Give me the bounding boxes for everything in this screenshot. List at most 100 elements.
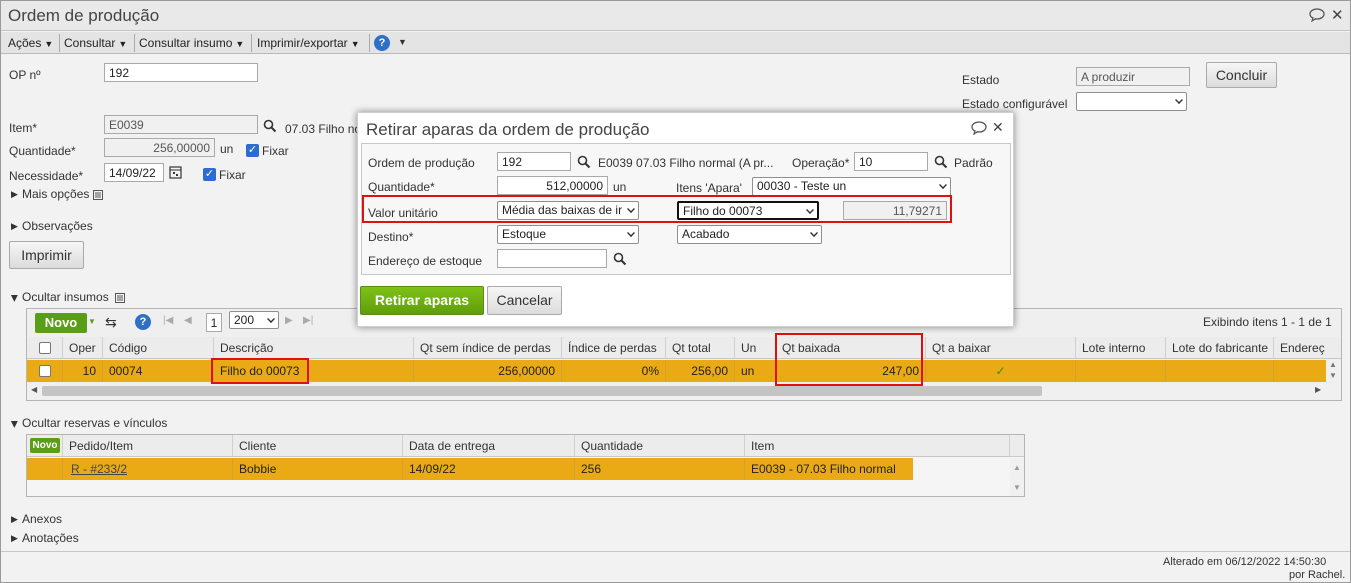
page-size-select[interactable]: 200 [229,311,279,329]
search-icon[interactable] [263,119,277,133]
footer-divider [1,551,1350,552]
dialog-close-icon[interactable]: ✕ [992,119,1004,136]
refresh-icon[interactable]: ⇆ [105,314,117,331]
comment-icon[interactable] [1309,8,1325,22]
window-titlebar: Ordem de produção ✕ [1,1,1350,31]
menu-acoes[interactable]: Ações ▼ [8,36,53,50]
fixar-qty-checkbox[interactable]: ✓ [246,144,259,157]
menu-imprimir-label: Imprimir/exportar [257,36,348,50]
expand-icon[interactable]: ▶ [11,189,18,200]
help-icon[interactable]: ? [135,314,151,330]
estado-label: Estado [962,73,1000,87]
reservas-section-toggle[interactable]: Ocultar reservas e vínculos [22,416,167,430]
qty-field[interactable]: 256,00000 [104,138,215,157]
imprimir-button[interactable]: Imprimir [9,241,84,269]
quantidade-field[interactable]: 512,00000 [497,176,608,195]
need-date-field[interactable]: 14/09/22 [104,163,164,182]
menu-separator [59,34,60,52]
menu-consultar[interactable]: Consultar ▼ [64,36,127,50]
expand-icon[interactable]: ▶ [11,221,18,232]
col-qt-sem-indice[interactable]: Qt sem índice de perdas [414,337,562,358]
scrollbar-thumb[interactable] [42,386,1042,396]
menu-acoes-label: Ações [8,36,42,50]
prev-page-icon[interactable]: ◀ [184,315,192,326]
select-all-checkbox[interactable] [39,342,51,354]
retirar-aparas-button[interactable]: Retirar aparas [360,286,484,315]
row-checkbox[interactable] [39,365,51,377]
endereco-field[interactable] [497,249,607,268]
red-annotation-descricao [211,358,309,384]
scroll-left-icon[interactable]: ◀ [31,385,37,394]
help-icon[interactable]: ? [374,35,390,51]
cancelar-button[interactable]: Cancelar [487,286,562,315]
help-chevron-icon[interactable]: ▼ [398,37,407,47]
collapse-icon[interactable]: ▶ [9,421,20,428]
scroll-down-icon[interactable]: ▼ [1329,371,1337,380]
col-descricao[interactable]: Descrição [214,337,414,358]
col-qt-a-baixar[interactable]: Qt a baixar [926,337,1076,358]
chevron-down-icon: ▼ [235,39,245,49]
search-icon[interactable] [613,252,627,266]
ordem-field[interactable]: 192 [497,152,571,171]
page-number-field[interactable]: 1 [206,313,222,332]
first-page-icon[interactable]: |◀ [163,315,173,326]
insumos-novo-button[interactable]: Novo [35,313,87,333]
destino-select[interactable]: Estoque [497,225,639,244]
next-page-icon[interactable]: ▶ [285,315,293,326]
col-un[interactable]: Un [735,337,776,358]
col-codigo[interactable]: Código [103,337,214,358]
last-page-icon[interactable]: ▶| [303,315,313,326]
op-number-field[interactable]: 192 [104,63,258,82]
col-cliente[interactable]: Cliente [233,435,403,456]
col-item[interactable]: Item [745,435,1010,456]
scroll-up-icon[interactable]: ▲ [1329,360,1337,369]
reservas-novo-button[interactable]: Novo [30,438,60,453]
scroll-right-icon[interactable]: ▶ [1315,385,1321,394]
destino-item-select[interactable]: Acabado [677,225,822,244]
horizontal-scrollbar[interactable]: ◀ ▶ [27,383,1341,399]
operacao-field[interactable]: 10 [854,152,928,171]
estado-configuravel-select[interactable] [1076,92,1187,111]
col-lote-fabricante[interactable]: Lote do fabricante [1166,337,1274,358]
col-data-entrega[interactable]: Data de entrega [403,435,575,456]
col-qt-total[interactable]: Qt total [666,337,735,358]
comment-icon[interactable] [971,121,987,135]
anotacoes-toggle[interactable]: Anotações [22,531,79,545]
red-annotation-valor-unitario [362,195,952,223]
endereco-label: Endereço de estoque [368,254,483,268]
item-label: Item* [9,121,38,135]
scroll-up-icon[interactable]: ▲ [1013,463,1021,472]
col-oper[interactable]: Oper [63,337,103,358]
expand-icon[interactable]: ▶ [11,514,18,525]
expand-icon[interactable]: ▶ [11,533,18,544]
col-indice-perdas[interactable]: Índice de perdas [562,337,666,358]
search-icon[interactable] [934,155,948,169]
search-icon[interactable] [577,155,591,169]
collapse-icon[interactable]: ▶ [9,295,20,302]
col-lote-interno[interactable]: Lote interno [1076,337,1166,358]
scroll-down-icon[interactable]: ▼ [1013,483,1021,492]
concluir-button[interactable]: Concluir [1206,62,1277,88]
col-quantidade[interactable]: Quantidade [575,435,745,456]
close-icon[interactable]: ✕ [1331,6,1344,24]
col-endereco[interactable]: Endereç [1274,337,1326,358]
vertical-scrollbar[interactable]: ▲ ▼ [1326,360,1341,382]
anexos-toggle[interactable]: Anexos [22,512,62,526]
col-pedido-item[interactable]: Pedido/Item [63,435,233,456]
insumos-section-toggle[interactable]: Ocultar insumos [22,290,109,304]
reservas-novo-cell: Novo [27,435,63,456]
itens-apara-select[interactable]: 00030 - Teste un [752,177,951,196]
table-row[interactable]: R - #233/2 Bobbie 14/09/22 256 E0039 - 0… [27,458,913,480]
novo-chevron-icon[interactable]: ▼ [88,317,96,326]
menu-consultar-insumo[interactable]: Consultar insumo ▼ [139,36,244,50]
fixar-need-checkbox[interactable]: ✓ [203,168,216,181]
cell-pedido-link[interactable]: R - #233/2 [63,458,233,480]
calendar-icon[interactable] [169,165,182,179]
item-field[interactable]: E0039 [104,115,258,134]
vertical-scrollbar[interactable]: ▲ ▼ [1010,458,1024,496]
menu-imprimir-exportar[interactable]: Imprimir/exportar ▼ [257,36,360,50]
mais-opcoes-toggle[interactable]: Mais opções [22,187,89,201]
observacoes-toggle[interactable]: Observações [22,219,93,233]
fixar-qty-label: Fixar [262,144,289,158]
window-title: Ordem de produção [8,6,160,25]
